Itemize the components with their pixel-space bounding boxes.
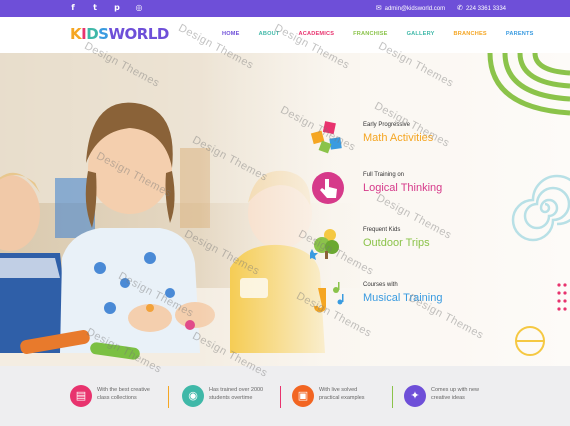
menu-item-franchise[interactable]: FRANCHISE — [353, 31, 387, 37]
brain-icon: ◉ — [182, 385, 204, 407]
phone-icon: ✆ — [457, 4, 463, 12]
facebook-icon[interactable]: f — [68, 3, 78, 13]
logo-letter: L — [147, 25, 158, 43]
logo-letter: O — [124, 25, 138, 43]
highlight-text: Comes up with new creative ideas — [431, 386, 511, 402]
feature-subtitle: Courses with — [363, 282, 398, 288]
highlight-line: Has trained over 2000 — [209, 387, 264, 393]
logo-letter: S — [98, 25, 109, 43]
twitter-icon[interactable]: t — [90, 3, 100, 13]
clipboard-icon: ▣ — [292, 385, 314, 407]
hand-pointer-icon — [312, 172, 344, 204]
highlights-strip: ▤ With the best creative class collection… — [0, 366, 570, 426]
divider — [168, 386, 169, 408]
feature-subtitle: Frequent Kids — [363, 227, 401, 233]
highlight-text: With the best creative class collections — [97, 386, 177, 402]
highlight-text: Has trained over 2000 students overtime — [209, 386, 289, 402]
menu-item-gallery[interactable]: GALLERY — [407, 31, 435, 37]
social-links: f t p ◎ — [68, 3, 144, 13]
feature-title: Outdoor Trips — [363, 237, 430, 249]
top-bar: f t p ◎ ✉ admin@kidsworld.com ✆ 224 3361 3… — [0, 0, 570, 17]
hero-banner: Early Progressive Math Activities Full T… — [0, 53, 570, 366]
book-icon: ▤ — [70, 385, 92, 407]
highlight-item: ✦ Comes up with new creative ideas — [404, 382, 524, 412]
site-logo[interactable]: KIDSWORLD — [70, 25, 169, 43]
dots-decoration — [557, 283, 567, 311]
highlight-line: class collections — [97, 395, 137, 401]
email-contact[interactable]: ✉ admin@kidsworld.com — [376, 4, 445, 12]
spiral-decoration — [511, 174, 570, 242]
menu-item-parents[interactable]: PARENTS — [506, 31, 534, 37]
highlight-text: With live solved practical examples — [319, 386, 399, 402]
highlight-line: creative ideas — [431, 395, 465, 401]
highlight-line: With the best creative — [97, 387, 150, 393]
logo-letter: R — [136, 25, 149, 43]
contact-info: ✉ admin@kidsworld.com ✆ 224 3361 3334 — [376, 4, 506, 12]
phone-contact[interactable]: ✆ 224 3361 3334 — [457, 4, 506, 12]
menu-item-branches[interactable]: BRANCHES — [454, 31, 487, 37]
green-arcs-decoration — [487, 53, 570, 116]
mail-icon: ✉ — [375, 4, 382, 12]
highlight-item: ▤ With the best creative class collection… — [70, 382, 190, 412]
menu-item-home[interactable]: HOME — [222, 31, 240, 37]
feature-title: Logical Thinking — [363, 182, 443, 194]
feature-subtitle: Full Training on — [363, 172, 405, 178]
logo-letter: K — [70, 25, 82, 43]
highlight-line: students overtime — [209, 395, 253, 401]
highlight-line: Comes up with new — [431, 387, 479, 393]
bulb-icon: ✦ — [404, 385, 426, 407]
circle-decoration — [515, 326, 545, 356]
highlight-line: practical examples — [319, 395, 365, 401]
instagram-icon[interactable]: ◎ — [134, 3, 144, 13]
logo-letter: W — [108, 25, 125, 43]
logo-letter: D — [156, 25, 169, 43]
highlight-line: With live solved — [319, 387, 358, 393]
divider — [392, 386, 393, 408]
email-text: admin@kidsworld.com — [384, 6, 446, 12]
divider — [280, 386, 281, 408]
highlight-item: ◉ Has trained over 2000 students overtime — [182, 382, 302, 412]
pinterest-icon[interactable]: p — [112, 3, 122, 13]
highlight-item: ▣ With live solved practical examples — [292, 382, 412, 412]
phone-text: 224 3361 3334 — [465, 6, 506, 12]
